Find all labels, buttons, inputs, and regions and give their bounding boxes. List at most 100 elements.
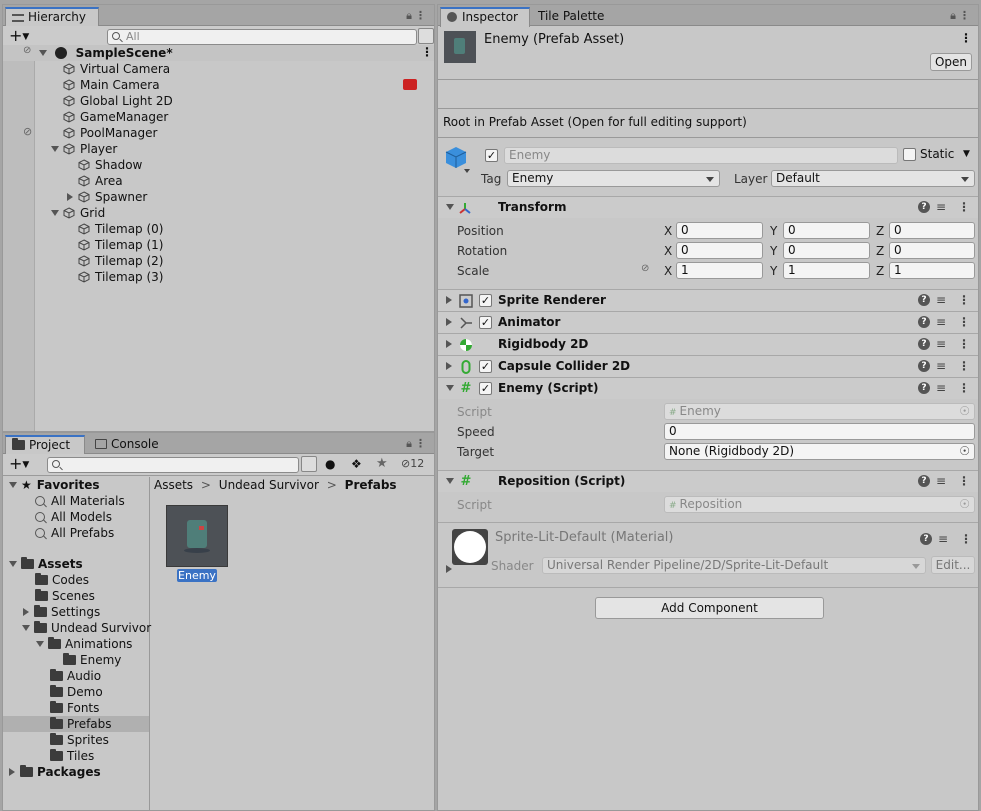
- pickability-icon[interactable]: ⊘: [23, 125, 32, 138]
- hierarchy-item[interactable]: Spawner: [67, 189, 147, 205]
- edit-shader-button[interactable]: Edit...: [931, 556, 975, 574]
- object-picker-icon[interactable]: ☉: [959, 444, 970, 459]
- enemy-script-header[interactable]: # ✓ Enemy (Script) ? ≡ ⋮: [438, 377, 978, 399]
- lock-icon[interactable]: 🔒︎: [406, 9, 412, 23]
- packages-root[interactable]: Packages: [9, 764, 101, 780]
- favorite-item[interactable]: All Prefabs: [35, 525, 114, 541]
- tab-console[interactable]: Console: [89, 435, 167, 454]
- collapse-arrow-icon[interactable]: [23, 608, 29, 616]
- create-asset-button[interactable]: +▼: [9, 455, 29, 474]
- scene-menu-icon[interactable]: ⋮: [421, 45, 433, 59]
- asset-tile[interactable]: Enemy: [166, 505, 228, 583]
- help-icon[interactable]: ?: [918, 338, 930, 350]
- collapse-arrow-icon[interactable]: [446, 362, 452, 370]
- hierarchy-item[interactable]: Area: [78, 173, 123, 189]
- expand-arrow-icon[interactable]: [36, 641, 44, 647]
- hierarchy-item[interactable]: GameManager: [63, 109, 168, 125]
- folder-item[interactable]: Demo: [50, 684, 103, 700]
- reposition-script-header[interactable]: # Reposition (Script) ? ≡ ⋮: [438, 470, 978, 492]
- lock-icon[interactable]: 🔒︎: [406, 437, 412, 451]
- component-menu-icon[interactable]: ⋮: [958, 360, 970, 372]
- expand-arrow-icon[interactable]: [446, 385, 454, 391]
- target-field[interactable]: None (Rigidbody 2D) ☉: [664, 443, 975, 460]
- component-menu-icon[interactable]: ⋮: [958, 382, 970, 394]
- help-icon[interactable]: ?: [918, 201, 930, 213]
- expand-arrow-icon[interactable]: [51, 210, 59, 216]
- reposition-script-field[interactable]: # Reposition ☉: [664, 496, 975, 513]
- folder-item[interactable]: Animations: [36, 636, 132, 652]
- presets-icon[interactable]: ≡: [936, 382, 946, 394]
- constrain-proportions-icon[interactable]: ⊘: [641, 263, 649, 274]
- folder-item[interactable]: Enemy: [63, 652, 121, 668]
- component-menu-icon[interactable]: ⋮: [958, 201, 970, 213]
- rotation-y-field[interactable]: 0: [783, 242, 870, 259]
- static-checkbox[interactable]: [903, 148, 916, 161]
- position-x-field[interactable]: 0: [676, 222, 763, 239]
- folder-item[interactable]: Audio: [50, 668, 101, 684]
- favorite-star-icon[interactable]: ★: [376, 456, 388, 471]
- expand-arrow-icon[interactable]: [446, 204, 454, 210]
- collapse-arrow-icon[interactable]: [446, 340, 452, 348]
- panel-menu-icon[interactable]: ⋮: [415, 437, 426, 450]
- scale-x-field[interactable]: 1: [676, 262, 763, 279]
- presets-icon[interactable]: ≡: [936, 475, 946, 487]
- filter-type-icon[interactable]: ●: [325, 457, 335, 471]
- expand-arrow-icon[interactable]: [39, 50, 47, 56]
- collapse-arrow-icon[interactable]: [9, 768, 15, 776]
- hierarchy-item[interactable]: Player: [51, 141, 117, 157]
- expand-arrow-icon[interactable]: [9, 482, 17, 488]
- rotation-x-field[interactable]: 0: [676, 242, 763, 259]
- capsule-collider-enabled-checkbox[interactable]: ✓: [479, 360, 492, 373]
- favorite-item[interactable]: All Materials: [35, 493, 125, 509]
- presets-icon[interactable]: ≡: [936, 360, 946, 372]
- help-icon[interactable]: ?: [918, 316, 930, 328]
- tab-inspector[interactable]: Inspector: [440, 7, 530, 27]
- sprite-renderer-enabled-checkbox[interactable]: ✓: [479, 294, 492, 307]
- collapse-arrow-icon[interactable]: [446, 565, 452, 573]
- project-search-input[interactable]: [47, 457, 299, 473]
- tab-hierarchy[interactable]: Hierarchy: [5, 7, 99, 27]
- component-menu-icon[interactable]: ⋮: [958, 338, 970, 350]
- folder-item[interactable]: Sprites: [50, 732, 109, 748]
- folder-item[interactable]: Codes: [35, 572, 89, 588]
- expand-arrow-icon[interactable]: [22, 625, 30, 631]
- presets-icon[interactable]: ≡: [936, 294, 946, 306]
- hidden-packages-icon[interactable]: ⊘12: [401, 457, 424, 470]
- sprite-renderer-header[interactable]: ✓ Sprite Renderer ? ≡ ⋮: [438, 289, 978, 311]
- hierarchy-item[interactable]: Virtual Camera: [63, 61, 170, 77]
- folder-item[interactable]: Tiles: [50, 748, 94, 764]
- hierarchy-item[interactable]: Tilemap (0): [78, 221, 163, 237]
- search-scope-button[interactable]: [301, 456, 317, 472]
- expand-arrow-icon[interactable]: [9, 561, 17, 567]
- expand-arrow-icon[interactable]: [51, 146, 59, 152]
- component-menu-icon[interactable]: ⋮: [958, 294, 970, 306]
- hierarchy-item[interactable]: Main Camera: [63, 77, 160, 93]
- hierarchy-item[interactable]: Global Light 2D: [63, 93, 173, 109]
- hierarchy-item[interactable]: Tilemap (2): [78, 253, 163, 269]
- header-menu-icon[interactable]: ⋮: [960, 31, 972, 45]
- hierarchy-item[interactable]: Tilemap (3): [78, 269, 163, 285]
- breadcrumb-item[interactable]: Assets: [154, 478, 193, 492]
- folder-item[interactable]: Fonts: [50, 700, 99, 716]
- hierarchy-item[interactable]: Grid: [51, 205, 105, 221]
- hide-toggle-icon[interactable]: ⊘: [23, 45, 31, 56]
- help-icon[interactable]: ?: [918, 475, 930, 487]
- folder-item[interactable]: Scenes: [35, 588, 95, 604]
- open-prefab-button[interactable]: Open: [930, 53, 972, 71]
- enemy-script-field[interactable]: # Enemy ☉: [664, 403, 975, 420]
- expand-arrow-icon[interactable]: [446, 478, 454, 484]
- animator-enabled-checkbox[interactable]: ✓: [479, 316, 492, 329]
- component-menu-icon[interactable]: ⋮: [960, 533, 972, 545]
- presets-icon[interactable]: ≡: [936, 316, 946, 328]
- help-icon[interactable]: ?: [918, 360, 930, 372]
- object-name-field[interactable]: Enemy: [504, 147, 898, 164]
- presets-icon[interactable]: ≡: [936, 201, 946, 213]
- help-icon[interactable]: ?: [918, 294, 930, 306]
- layer-dropdown[interactable]: Default: [771, 170, 975, 187]
- lock-icon[interactable]: 🔒︎: [950, 9, 956, 23]
- animator-header[interactable]: ✓ Animator ? ≡ ⋮: [438, 311, 978, 333]
- add-component-button[interactable]: Add Component: [595, 597, 824, 619]
- hierarchy-item[interactable]: PoolManager: [63, 125, 157, 141]
- panel-menu-icon[interactable]: ⋮: [415, 9, 426, 22]
- enemy-script-enabled-checkbox[interactable]: ✓: [479, 382, 492, 395]
